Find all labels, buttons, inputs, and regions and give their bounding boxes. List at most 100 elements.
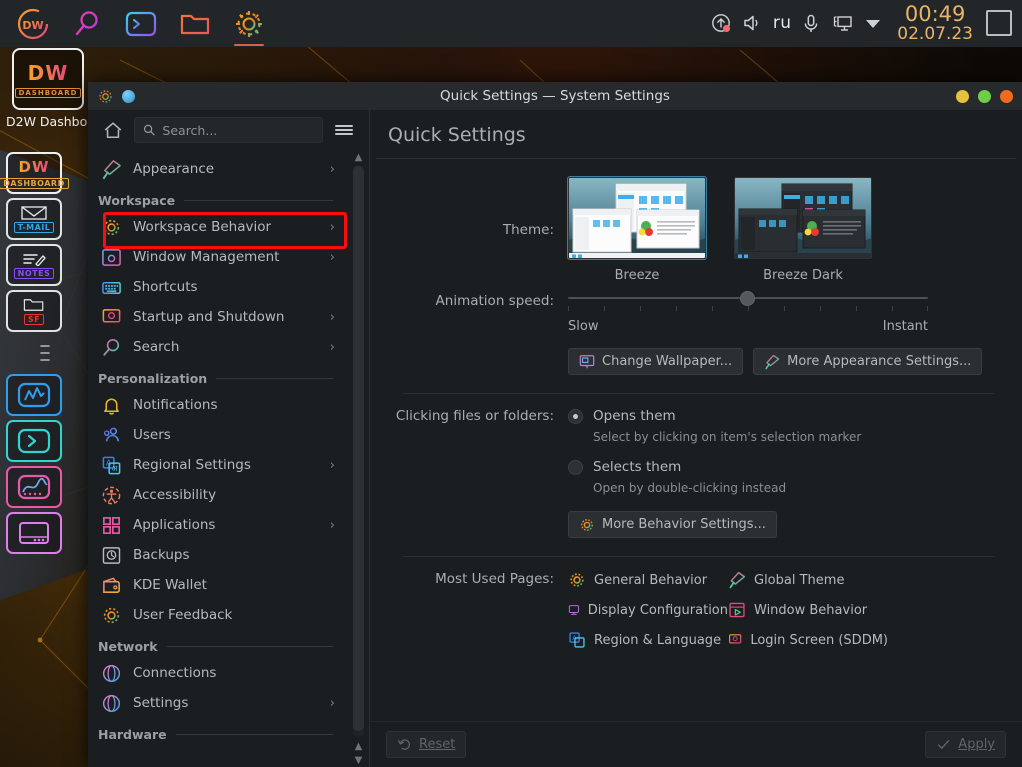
sidebar-scrollbar[interactable]: ▲ ▲ ▼	[350, 150, 367, 767]
show-desktop-button[interactable]	[986, 10, 1012, 37]
window-titlebar[interactable]: Quick Settings — System Settings	[88, 82, 1022, 110]
desktop-icon-d2w-dashboard[interactable]: DW DASHBOARD D2W Dashboa	[6, 48, 90, 129]
svg-text:अ: अ	[111, 464, 117, 473]
dock-item-analytics[interactable]	[0, 464, 90, 510]
dock-label-notes: NOTES	[13, 267, 55, 279]
updates-icon[interactable]	[711, 12, 733, 34]
more-behavior-settings-button[interactable]: More Behavior Settings...	[568, 511, 777, 538]
clock[interactable]: 00:49 02.07.23	[897, 3, 973, 43]
scroll-down-arrow-icon[interactable]: ▼	[350, 753, 367, 767]
link-login-screen-sddm[interactable]: Login Screen (SDDM)	[728, 631, 888, 649]
dw-logo-icon[interactable]: DW	[6, 0, 60, 47]
dock-item-terminal[interactable]	[0, 418, 90, 464]
radio-selects-them[interactable]: Selects them	[568, 459, 1000, 475]
sidebar-item-label: Backups	[133, 547, 190, 563]
more-appearance-settings-button[interactable]: More Appearance Settings...	[753, 348, 983, 375]
sidebar-group-label: Workspace	[98, 193, 176, 208]
sidebar-list: Appearance › Workspace Workspace Behavio…	[88, 150, 369, 767]
sidebar-item-settings[interactable]: Settings ›	[88, 688, 347, 718]
sidebar-item-window-management[interactable]: Window Management ›	[88, 242, 347, 272]
link-display-configuration[interactable]: Display Configuration	[568, 601, 728, 619]
window-title: Quick Settings — System Settings	[440, 88, 670, 104]
sidebar-item-startup-and-shutdown[interactable]: Startup and Shutdown ›	[88, 302, 347, 332]
panel-window-icon	[19, 522, 49, 544]
language-icon: A अ	[100, 454, 122, 476]
sidebar-item-appearance[interactable]: Appearance ›	[88, 154, 347, 184]
most-used-row: Most Used Pages: General Behavior Global…	[392, 571, 1000, 649]
backup-clock-icon	[100, 544, 122, 566]
dock-item-notes[interactable]: NOTES	[0, 242, 90, 288]
home-icon[interactable]	[100, 117, 126, 143]
terminal-icon[interactable]	[114, 0, 168, 47]
sidebar-group-workspace: Workspace	[88, 184, 347, 212]
sidebar-item-backups[interactable]: Backups	[88, 540, 347, 570]
scroll-up-arrow-icon-bottom[interactable]: ▲	[350, 739, 367, 753]
microphone-icon[interactable]	[800, 12, 822, 34]
sidebar-item-workspace-behavior[interactable]: Workspace Behavior ›	[88, 212, 347, 242]
sidebar-item-user-feedback[interactable]: User Feedback	[88, 600, 347, 630]
theme-breeze-dark-thumbnail[interactable]	[734, 177, 872, 259]
keyboard-layout-indicator[interactable]: ru	[773, 13, 791, 33]
theme-breeze[interactable]: Breeze	[568, 177, 706, 283]
sidebar-item-users[interactable]: Users	[88, 420, 347, 450]
dock-item-dashboard[interactable]: DW DASHBOARD	[0, 150, 90, 196]
sidebar-item-regional-settings[interactable]: A अ Regional Settings ›	[88, 450, 347, 480]
radio-button-unselected[interactable]	[568, 459, 583, 475]
sidebar-item-connections[interactable]: Connections	[88, 658, 347, 688]
theme-label-breeze-dark: Breeze Dark	[763, 268, 843, 283]
settings-gear-icon[interactable]	[222, 0, 276, 47]
change-wallpaper-button[interactable]: Change Wallpaper...	[568, 348, 744, 375]
theme-breeze-dark[interactable]: Breeze Dark	[734, 177, 872, 283]
sidebar-item-notifications[interactable]: Notifications	[88, 390, 347, 420]
dashboard-tile: DW DASHBOARD	[12, 48, 84, 110]
radio-button-selected[interactable]	[568, 408, 583, 424]
sidebar-item-shortcuts[interactable]: Shortcuts	[88, 272, 347, 302]
sidebar-item-kde-wallet[interactable]: KDE Wallet	[88, 570, 347, 600]
link-window-behavior[interactable]: Window Behavior	[728, 601, 888, 619]
monitor-power-icon	[729, 634, 742, 646]
radio-opens-them[interactable]: Opens them	[568, 408, 1000, 424]
panel-launchers: DW	[0, 0, 276, 47]
animation-row: Animation speed: Slow Instant Change Wal…	[392, 291, 1000, 375]
link-label: Login Screen (SDDM)	[750, 632, 888, 648]
clicking-field: Opens them Select by clicking on item's …	[568, 408, 1000, 538]
network-display-icon[interactable]	[831, 12, 853, 34]
hamburger-menu-icon[interactable]	[331, 117, 357, 143]
scroll-up-arrow-icon[interactable]: ▲	[350, 150, 367, 164]
titlebar-left	[97, 88, 135, 105]
link-general-behavior[interactable]: General Behavior	[568, 571, 728, 589]
close-button[interactable]	[1000, 89, 1013, 103]
animation-speed-label: Animation speed:	[435, 293, 554, 309]
sidebar-item-accessibility[interactable]: Accessibility	[88, 480, 347, 510]
slider-ticks	[568, 306, 928, 313]
slider-handle[interactable]	[740, 291, 755, 306]
apply-button[interactable]: Apply	[925, 731, 1006, 758]
search-icon[interactable]	[60, 0, 114, 47]
dock-item-tmail[interactable]: T-MAIL	[0, 196, 90, 242]
theme-breeze-thumbnail[interactable]	[568, 177, 706, 259]
system-tray: ru 00:49 02.07.23	[711, 3, 1022, 43]
dock-item-monitor-graph[interactable]	[0, 372, 90, 418]
minimize-button[interactable]	[956, 89, 969, 103]
radio-hint: Select by clicking on item's selection m…	[593, 430, 862, 444]
folder-icon[interactable]	[168, 0, 222, 47]
sidebar-item-applications[interactable]: Applications ›	[88, 510, 347, 540]
theme-options: Breeze Breeze Dark	[568, 177, 1000, 283]
animation-speed-slider[interactable]	[568, 291, 928, 306]
dock-item-panel[interactable]	[0, 510, 90, 556]
maximize-button[interactable]	[978, 89, 991, 103]
search-box[interactable]	[134, 117, 323, 143]
search-input[interactable]	[162, 122, 314, 138]
link-region-and-language[interactable]: A Region & Language	[568, 631, 728, 649]
scrollbar-thumb[interactable]	[353, 166, 364, 731]
chevron-down-icon[interactable]	[862, 12, 884, 34]
dock-dw-text: DW	[18, 157, 50, 176]
dock-item-sf[interactable]: SF	[0, 288, 90, 334]
volume-icon[interactable]	[742, 12, 764, 34]
sidebar-item-search[interactable]: Search ›	[88, 332, 347, 362]
link-label: Global Theme	[754, 572, 845, 588]
sidebar-group-label: Personalization	[98, 371, 208, 386]
reset-button[interactable]: Reset	[386, 731, 467, 758]
theme-row: Theme: Breeze Breeze Dark	[392, 177, 1000, 283]
link-global-theme[interactable]: Global Theme	[728, 571, 888, 589]
